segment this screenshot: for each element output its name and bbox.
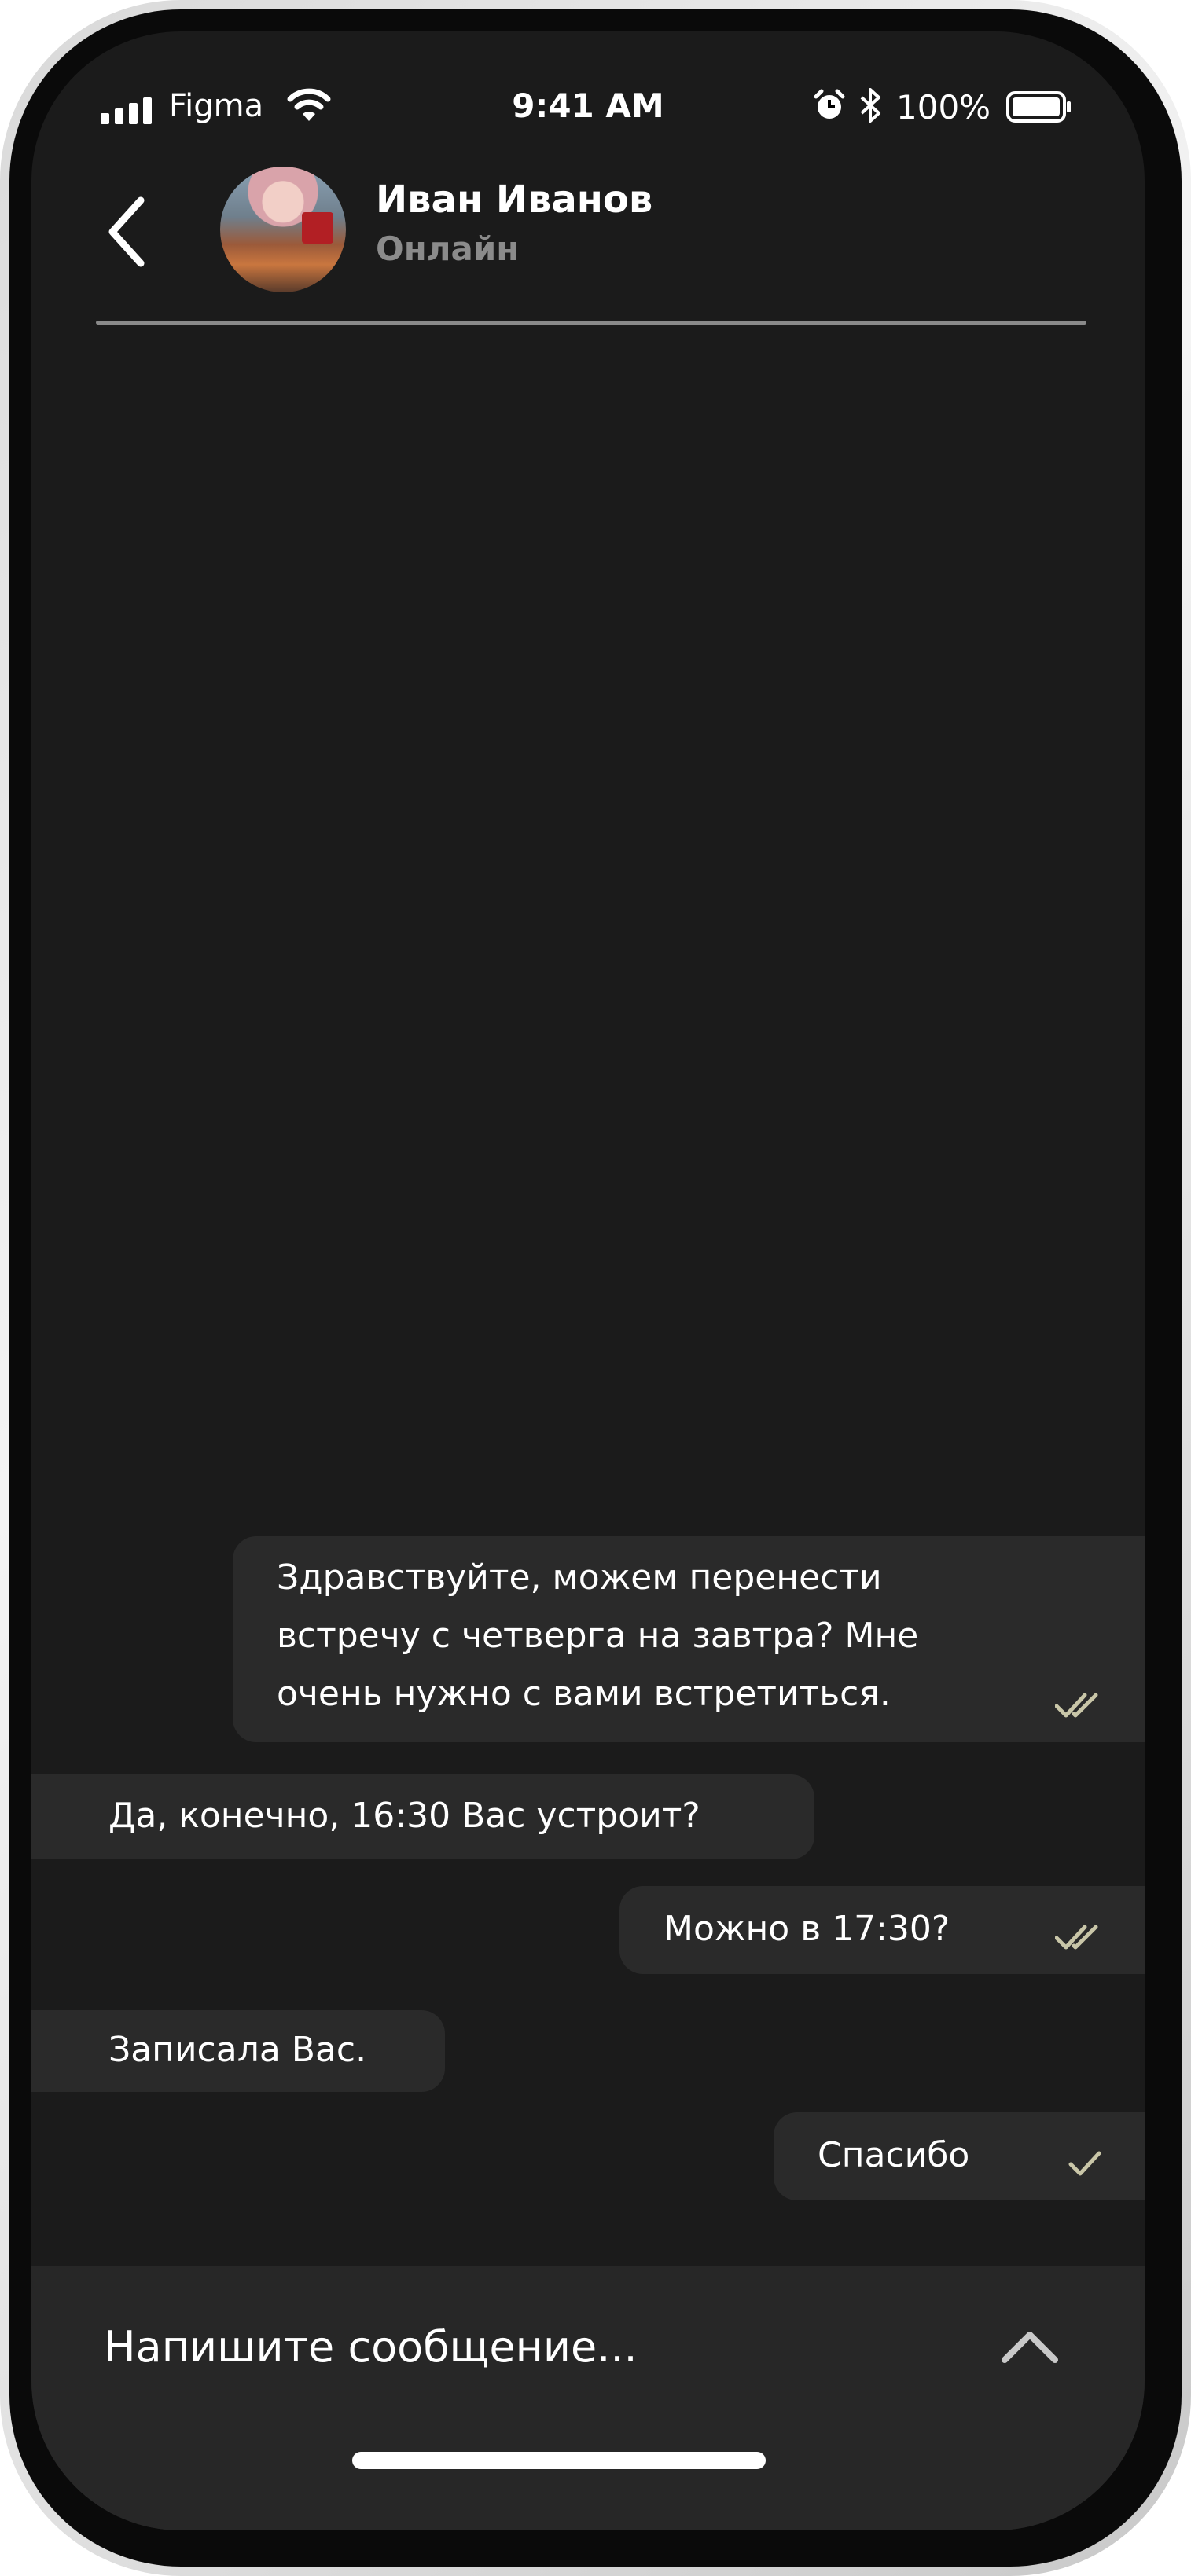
chevron-left-icon: [108, 196, 145, 267]
message-bubble-incoming[interactable]: Записала Вас.: [31, 2010, 445, 2092]
battery-percent: 100%: [896, 88, 991, 127]
contact-name[interactable]: Иван Иванов: [376, 178, 652, 222]
status-bar: Figma 9:41 AM 100%: [31, 80, 1145, 135]
header-divider: [96, 321, 1086, 325]
message-composer: [31, 2266, 1145, 2530]
message-bubble-outgoing[interactable]: Здравствуйте, можем перенести встречу с …: [233, 1536, 1145, 1742]
message-text: Записала Вас.: [108, 2030, 367, 2070]
message-text: Спасибо: [818, 2135, 970, 2175]
clock-time: 9:41 AM: [512, 86, 664, 125]
contact-avatar[interactable]: [220, 167, 346, 292]
message-input[interactable]: [104, 2307, 929, 2386]
home-indicator[interactable]: [352, 2452, 766, 2469]
message-text: Да, конечно, 16:30 Вас устроит?: [108, 1796, 700, 1836]
contact-status: Онлайн: [376, 229, 520, 268]
chat-screen: Figma 9:41 AM 100% Иван Иванов Онлайн Зд…: [31, 31, 1145, 2530]
double-check-icon: [1055, 1693, 1098, 1718]
message-bubble-incoming[interactable]: Да, конечно, 16:30 Вас устроит?: [31, 1774, 814, 1859]
bluetooth-icon: [860, 88, 880, 123]
alarm-icon: [814, 89, 845, 119]
battery-icon: [1006, 91, 1071, 123]
wifi-icon: [287, 88, 331, 121]
double-check-icon: [1055, 1925, 1098, 1950]
message-text: Можно в 17:30?: [664, 1909, 950, 1949]
message-bubble-outgoing[interactable]: Можно в 17:30?: [619, 1886, 1145, 1974]
expand-button[interactable]: [991, 2315, 1069, 2378]
single-check-icon: [1068, 2151, 1101, 2176]
message-text: Здравствуйте, можем перенести встречу с …: [277, 1558, 919, 1714]
chevron-up-icon: [1002, 2332, 1058, 2363]
back-button[interactable]: [94, 189, 157, 275]
message-bubble-outgoing[interactable]: Спасибо: [774, 2112, 1145, 2200]
signal-icon: [101, 97, 152, 124]
carrier-name: Figma: [169, 88, 264, 124]
